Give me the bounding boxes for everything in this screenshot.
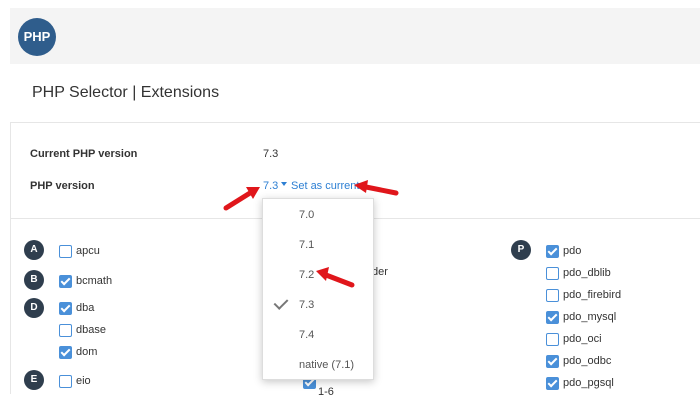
checkbox-pdo-oci[interactable]	[546, 333, 559, 346]
checkbox-pdo-firebird[interactable]	[546, 289, 559, 302]
extension-label: bcmath	[76, 275, 113, 287]
checkbox-dom[interactable]	[59, 346, 72, 359]
extension-label: pdo_mysql	[563, 311, 617, 323]
checkbox-dba[interactable]	[59, 302, 72, 315]
page-frame: PHP PHP Selector | Extensions Current PH…	[0, 0, 700, 398]
letter-badge-b: B	[24, 270, 44, 290]
checkbox-pdo-mysql[interactable]	[546, 311, 559, 324]
checkbox-dbase[interactable]	[59, 324, 72, 337]
red-arrow-icon	[223, 187, 260, 211]
chevron-down-icon[interactable]	[281, 182, 287, 186]
page-title: PHP Selector | Extensions	[32, 84, 220, 101]
extension-label-partial: 1-6	[318, 386, 334, 398]
version-select[interactable]: 7.3	[263, 180, 278, 192]
php-logo: PHP	[18, 18, 56, 56]
extension-label-partial: der	[372, 266, 388, 278]
extension-label: pdo_oci	[563, 333, 602, 345]
dropdown-option-7-1[interactable]: 7.1	[299, 239, 314, 251]
extension-label: dba	[76, 302, 95, 314]
extension-label: dom	[76, 346, 98, 358]
current-version-value: 7.3	[263, 148, 279, 160]
dropdown-option-7-3[interactable]: 7.3	[299, 299, 314, 311]
letter-badge-p: P	[511, 240, 531, 260]
dropdown-option-7-2[interactable]: 7.2	[299, 269, 314, 281]
checkbox-pdo-pgsql[interactable]	[546, 377, 559, 390]
checkbox-pdo-dblib[interactable]	[546, 267, 559, 280]
extension-label: pdo_pgsql	[563, 377, 614, 389]
divider	[10, 122, 700, 123]
letter-badge-e: E	[24, 370, 44, 390]
extension-label: eio	[76, 375, 91, 387]
red-arrow-icon	[354, 180, 399, 196]
extension-label: pdo_dblib	[563, 267, 611, 279]
checkbox-eio[interactable]	[59, 375, 72, 388]
extension-label: pdo_odbc	[563, 355, 612, 367]
red-arrow-icon	[316, 267, 355, 288]
checkbox-pdo-odbc[interactable]	[546, 355, 559, 368]
dropdown-option-native[interactable]: native (7.1)	[299, 359, 354, 371]
dropdown-option-7-0[interactable]: 7.0	[299, 209, 314, 221]
letter-badge-a: A	[24, 240, 44, 260]
checkmark-icon	[273, 295, 289, 310]
extension-label: dbase	[76, 324, 106, 336]
current-version-label: Current PHP version	[30, 148, 138, 160]
checkbox-apcu[interactable]	[59, 245, 72, 258]
extension-label: apcu	[76, 245, 100, 257]
letter-badge-d: D	[24, 298, 44, 318]
set-as-current-link[interactable]: Set as current	[291, 180, 359, 192]
php-version-label: PHP version	[30, 180, 95, 192]
top-bar	[10, 8, 700, 64]
extension-label: pdo_firebird	[563, 289, 622, 301]
panel-border	[10, 122, 11, 394]
dropdown-option-7-4[interactable]: 7.4	[299, 329, 314, 341]
checkbox-bcmath[interactable]	[59, 275, 72, 288]
checkbox-pdo[interactable]	[546, 245, 559, 258]
extension-label: pdo	[563, 245, 582, 257]
